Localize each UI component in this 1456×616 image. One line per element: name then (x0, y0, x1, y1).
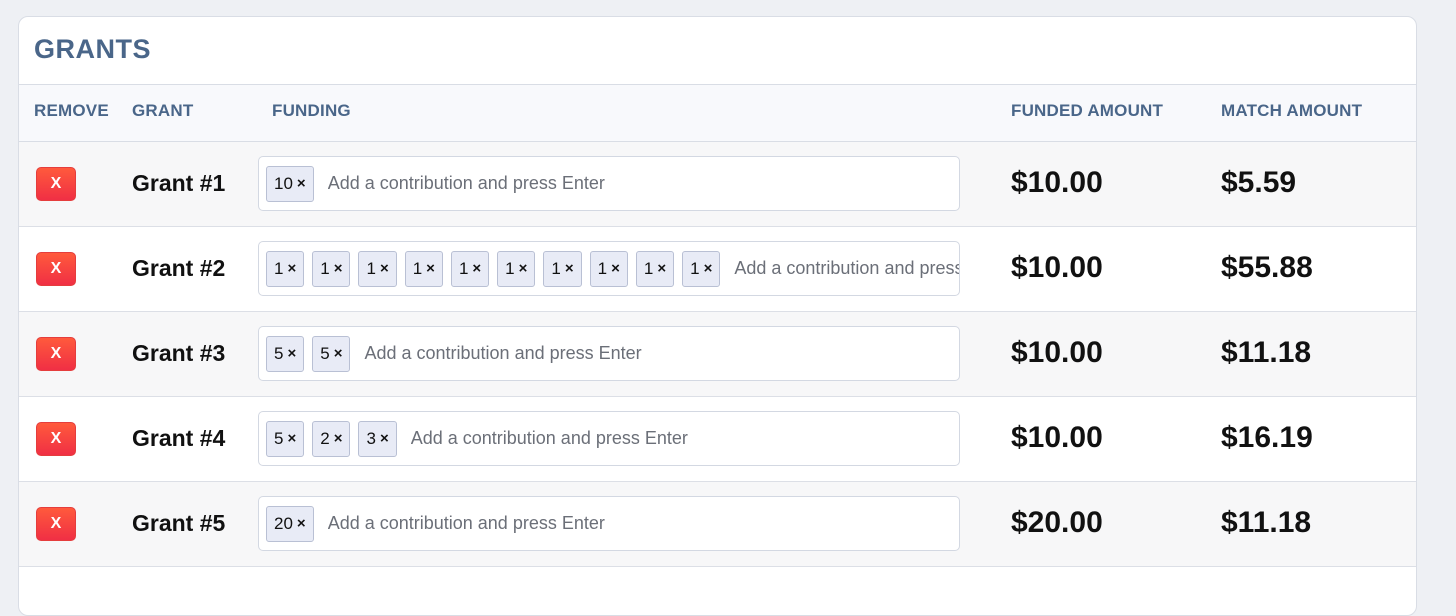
contribution-tag: 20 × (266, 505, 314, 542)
contribution-value: 1 (551, 258, 561, 278)
funded-amount: $10.00 (1011, 336, 1103, 369)
column-header-funding: FUNDING (272, 101, 351, 120)
funding-tag-input[interactable]: 1 × 1 × 1 × 1 × 1 × 1 × 1 × 1 × 1 × 1 × (258, 241, 960, 296)
funded-amount: $20.00 (1011, 506, 1103, 539)
contribution-tag: 1 × (358, 250, 397, 287)
grant-name: Grant #1 (132, 170, 226, 196)
remove-contribution-icon[interactable]: × (334, 345, 343, 362)
contribution-value: 1 (690, 258, 700, 278)
match-amount: $5.59 (1221, 166, 1297, 199)
match-amount: $11.18 (1221, 336, 1312, 369)
funded-amount: $10.00 (1011, 166, 1103, 199)
remove-contribution-icon[interactable]: × (565, 260, 574, 277)
remove-button[interactable]: X (36, 167, 76, 201)
remove-contribution-icon[interactable]: × (380, 430, 389, 447)
remove-contribution-icon[interactable]: × (297, 175, 306, 192)
column-header-grant: GRANT (132, 101, 194, 120)
remove-contribution-icon[interactable]: × (704, 260, 713, 277)
funding-tag-input[interactable]: 20 × (258, 496, 960, 551)
contribution-tag: 1 × (266, 250, 305, 287)
table-row: XGrant #21×1×1×1×1×1×1×1×1×1×$10.00$55.8… (19, 227, 1416, 312)
remove-contribution-icon[interactable]: × (472, 260, 481, 277)
contribution-input[interactable] (321, 513, 648, 534)
contribution-tag: 2 × (312, 420, 351, 457)
remove-button[interactable]: X (36, 337, 76, 371)
contribution-tag: 1 × (312, 250, 351, 287)
contribution-value: 3 (366, 428, 376, 448)
column-header-funded-amount: FUNDED AMOUNT (1011, 101, 1164, 120)
remove-contribution-icon[interactable]: × (287, 430, 296, 447)
contribution-tag: 1 × (450, 250, 490, 287)
remove-contribution-icon[interactable]: × (426, 260, 435, 277)
remove-contribution-icon[interactable]: × (380, 260, 389, 277)
contribution-tag: 10 × (266, 165, 314, 202)
contribution-value: 1 (505, 258, 515, 278)
column-header-match-amount: MATCH AMOUNT (1221, 101, 1363, 120)
table-row: X Grant #1 10× $10.00 $5.59 (19, 142, 1416, 227)
remove-button[interactable]: X (36, 422, 76, 456)
grant-rows: XGrant #110×$10.00$5.59XGrant #21×1×1×1×… (19, 142, 1416, 567)
funding-tag-input[interactable]: 5 × 2 × 3 × (258, 411, 960, 466)
remove-contribution-icon[interactable]: × (334, 430, 343, 447)
grant-name: Grant #4 (132, 425, 226, 451)
grant-name: Grant #5 (132, 510, 226, 536)
contribution-value: 5 (274, 343, 284, 363)
remove-contribution-icon[interactable]: × (519, 260, 528, 277)
grant-name: Grant #2 (132, 255, 226, 281)
contribution-tag: 1 × (635, 250, 675, 287)
remove-button[interactable]: X (36, 252, 76, 286)
contribution-value: 5 (274, 428, 284, 448)
contribution-value: 1 (366, 258, 376, 278)
contribution-value: 1 (320, 258, 330, 278)
remove-contribution-icon[interactable]: × (287, 345, 296, 362)
panel-title: GRANTS (19, 17, 1416, 85)
funded-amount: $10.00 (1011, 251, 1103, 284)
contribution-value: 1 (643, 258, 654, 278)
contribution-tag: 5 × (266, 335, 305, 372)
contribution-tag: 3 × (358, 420, 397, 457)
contribution-tag: 1 × (497, 250, 536, 287)
contribution-tag: 5 × (312, 335, 351, 372)
grants-panel: GRANTS REMOVE GRANT FUNDING FUNDED AMOUN… (18, 16, 1417, 616)
contribution-input[interactable] (404, 428, 731, 449)
funded-amount: $10.00 (1011, 421, 1103, 454)
remove-contribution-icon[interactable]: × (334, 260, 343, 277)
table-row: X Grant #5 20× $20.00 $11.18 (19, 482, 1416, 567)
contribution-tag: 1 × (543, 250, 582, 287)
table-header: REMOVE GRANT FUNDING FUNDED AMOUNT MATCH… (19, 85, 1416, 142)
contribution-value: 1 (597, 258, 608, 278)
funding-tag-input[interactable]: 5 × 5 × (258, 326, 960, 381)
contribution-tag: 1 × (589, 250, 628, 287)
remove-contribution-icon[interactable]: × (287, 260, 296, 277)
remove-button[interactable]: X (36, 507, 76, 541)
contribution-input[interactable] (321, 173, 648, 194)
contribution-value: 10 (274, 173, 293, 193)
contribution-value: 1 (274, 258, 284, 278)
grant-name: Grant #3 (132, 340, 226, 366)
funding-tag-input[interactable]: 10 × (258, 156, 960, 211)
remove-contribution-icon[interactable]: × (297, 515, 306, 532)
remove-contribution-icon[interactable]: × (657, 260, 666, 277)
contribution-value: 2 (320, 428, 330, 448)
contribution-tag: 1 × (404, 250, 443, 287)
match-amount: $16.19 (1221, 421, 1313, 454)
contribution-value: 1 (458, 258, 469, 278)
match-amount: $11.18 (1221, 506, 1312, 539)
column-header-remove: REMOVE (34, 101, 109, 120)
table-row: XGrant #45×2×3×$10.00$16.19 (19, 397, 1416, 482)
match-amount: $55.88 (1221, 251, 1313, 284)
contribution-tag: 5 × (266, 420, 305, 457)
contribution-value: 1 (412, 258, 423, 278)
contribution-input[interactable] (728, 258, 959, 279)
contribution-value: 5 (320, 343, 330, 363)
contribution-value: 20 (274, 513, 293, 533)
table-row: XGrant #35×5×$10.00$11.18 (19, 312, 1416, 397)
contribution-input[interactable] (358, 343, 685, 364)
remove-contribution-icon[interactable]: × (611, 260, 620, 277)
contribution-tag: 1 × (682, 250, 721, 287)
